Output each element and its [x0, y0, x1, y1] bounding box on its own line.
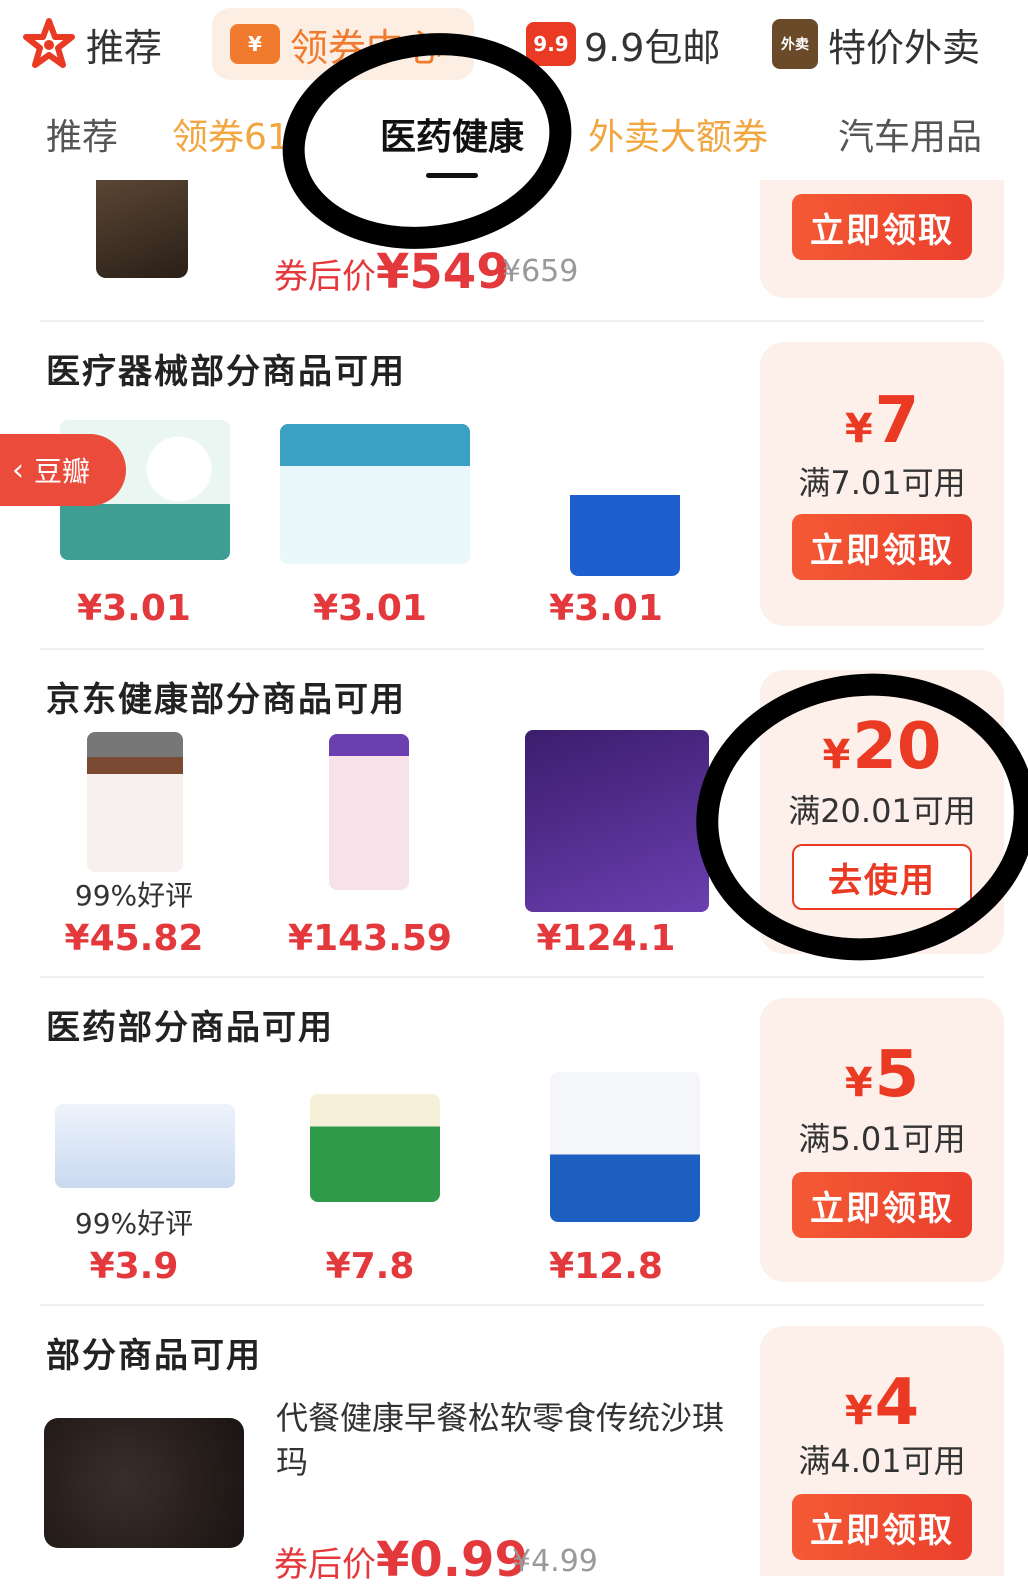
coupon-amount: ¥4: [760, 1366, 1004, 1440]
collagen-mask-image: [570, 420, 680, 576]
product-card[interactable]: [270, 1094, 480, 1202]
coupon-amount-value: 7: [874, 384, 920, 458]
hair-skin-nails-bottle-image: [329, 734, 409, 890]
section-title: 医疗器械部分商品可用: [46, 352, 406, 392]
claim-button[interactable]: 立即领取: [792, 1172, 972, 1238]
currency-symbol: ¥: [844, 1388, 873, 1434]
section-title: 部分商品可用: [46, 1336, 262, 1376]
product-card[interactable]: [512, 730, 722, 912]
coupon-row-medicine: 医药部分商品可用 99%好评 ¥3.9 ¥7.8 ¥12.8 ¥5 满5.01可…: [0, 996, 1028, 1296]
topnav-recommend-label: 推荐: [86, 25, 163, 70]
after-coupon-label: 券后价: [274, 257, 376, 297]
product-name[interactable]: 代餐健康早餐松软零食传统沙琪玛: [276, 1396, 746, 1484]
cold-granules-box-image: [310, 1094, 440, 1202]
topnav-takeout-label: 特价外卖: [828, 25, 981, 70]
chevron-left-icon: ‹: [12, 452, 24, 488]
product-card[interactable]: [270, 424, 480, 564]
divider: [40, 1304, 984, 1306]
section-title: 京东健康部分商品可用: [46, 680, 406, 720]
product-price: ¥12.8: [549, 1246, 663, 1287]
tab-coupon61[interactable]: 领券61: [172, 108, 292, 160]
product-price: ¥45.82: [64, 918, 204, 959]
product-card[interactable]: [520, 1072, 730, 1222]
divider: [40, 648, 984, 650]
product-price: ¥7.8: [325, 1246, 415, 1287]
product-card[interactable]: [30, 732, 240, 872]
after-coupon-currency: ¥: [376, 244, 410, 300]
shaqima-snack-image: [44, 1418, 244, 1548]
dingke-granules-image: [550, 1072, 700, 1222]
currency-symbol: ¥: [844, 406, 873, 452]
topnav-free-shipping[interactable]: 9.9 9.9包邮: [526, 8, 720, 80]
coupon-amount-value: 4: [874, 1366, 920, 1440]
coupon-condition: 满7.01可用: [798, 464, 966, 502]
takeout-bag-icon: 外卖: [772, 19, 818, 69]
product-card[interactable]: [264, 734, 474, 890]
tab-takeout-coupon[interactable]: 外卖大额券: [588, 108, 768, 160]
coupon-amount: ¥7: [760, 384, 1004, 458]
product-price: ¥3.01: [77, 588, 191, 629]
divider: [40, 976, 984, 978]
coupon-card: ¥5 满5.01可用 立即领取: [760, 998, 1004, 1282]
tab-car-supplies[interactable]: 汽车用品: [838, 108, 982, 160]
tab-recommend[interactable]: 推荐: [46, 108, 118, 160]
ventrifit-bottle-image: [87, 732, 183, 872]
coupon-amount: ¥5: [760, 1038, 1004, 1112]
coupon-icon: ¥: [230, 24, 280, 64]
topnav-recommend[interactable]: 推荐: [22, 8, 162, 80]
claim-button[interactable]: 立即领取: [792, 514, 972, 580]
currency-symbol: ¥: [844, 1060, 873, 1106]
coupon-condition: 满5.01可用: [798, 1120, 966, 1158]
douban-label: 豆瓣: [34, 455, 91, 488]
first-coupon-row: 券后价¥549 ¥659 立即领取: [0, 180, 1028, 320]
rating-badge: 99%好评: [74, 1207, 194, 1240]
after-coupon-value: 549: [409, 244, 510, 300]
after-coupon-price: 券后价¥549: [274, 244, 510, 300]
after-coupon-price: 券后价¥0.99: [274, 1532, 528, 1588]
coupon-card: ¥7 满7.01可用 立即领取: [760, 342, 1004, 626]
claim-button[interactable]: 立即领取: [792, 1494, 972, 1560]
original-price: ¥659: [502, 254, 579, 289]
coupon-amount-value: 5: [874, 1038, 920, 1112]
coupon-condition: 满4.01可用: [798, 1442, 966, 1480]
product-card[interactable]: [520, 420, 730, 576]
protein-bag-image: [96, 180, 188, 278]
product-card[interactable]: [40, 1104, 250, 1188]
after-coupon-value: 0.99: [409, 1532, 528, 1588]
coupon-card: 立即领取: [760, 180, 1004, 298]
ambroxol-tablets-image: [55, 1104, 235, 1188]
star-icon: [22, 17, 76, 71]
rating-badge: 99%好评: [74, 879, 194, 912]
after-coupon-currency: ¥: [376, 1532, 410, 1588]
section-title: 医药部分商品可用: [46, 1008, 334, 1048]
after-coupon-label: 券后价: [274, 1545, 376, 1585]
9.9-badge-icon: 9.9: [526, 22, 576, 66]
coupon-card: ¥4 满4.01可用 立即领取: [760, 1326, 1004, 1576]
product-price: ¥143.59: [288, 918, 452, 959]
topnav-free-shipping-label: 9.9包邮: [584, 25, 721, 70]
divider: [40, 320, 984, 322]
coupon-row-jd-health: 京东健康部分商品可用 99%好评 ¥45.82 ¥143.59 ¥124.1 ¥…: [0, 657, 1028, 977]
topnav-takeout[interactable]: 外卖 特价外卖: [772, 8, 980, 80]
product-price: ¥3.9: [89, 1246, 179, 1287]
product-price: ¥124.1: [536, 918, 676, 959]
alcohol-pads-box-image: [280, 424, 470, 564]
claim-button[interactable]: 立即领取: [792, 194, 972, 260]
coupon-row-medical-devices: 医疗器械部分商品可用 ¥3.01 ¥3.01 ¥3.01 ¥7 满7.01可用 …: [0, 340, 1028, 630]
douban-back-button[interactable]: ‹ 豆瓣: [0, 434, 126, 506]
product-price: ¥3.01: [549, 588, 663, 629]
slimming-product-image: [525, 730, 709, 912]
product-price: ¥3.01: [313, 588, 427, 629]
